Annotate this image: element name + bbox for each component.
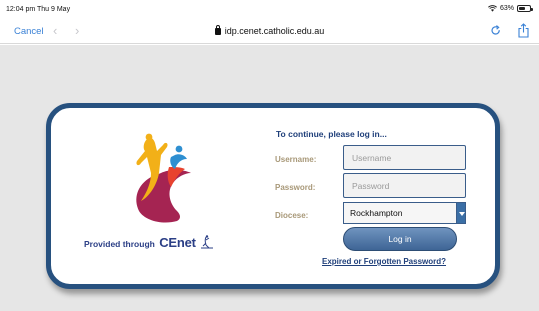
battery-percent: 63% bbox=[499, 5, 514, 12]
login-heading: To continue, please log in... bbox=[276, 129, 387, 139]
lock-icon bbox=[214, 25, 221, 35]
wifi-icon bbox=[488, 5, 497, 12]
chevron-down-icon[interactable] bbox=[456, 202, 466, 224]
username-label: Username: bbox=[275, 155, 317, 164]
catholic-education-logo bbox=[136, 133, 191, 223]
page-background: Provided through CEnet To continue, plea… bbox=[0, 45, 539, 311]
provided-through-cenet: Provided through CEnet bbox=[84, 235, 214, 250]
browser-nav-bar: Cancel ‹ › idp.cenet.catholic.edu.au bbox=[0, 20, 539, 44]
password-label: Password: bbox=[275, 183, 316, 192]
status-bar: 12:04 pm Thu 9 May 63% bbox=[0, 0, 539, 20]
share-icon[interactable] bbox=[517, 23, 530, 38]
login-button[interactable]: Log in bbox=[343, 227, 457, 251]
battery-icon bbox=[517, 5, 533, 12]
reload-icon[interactable] bbox=[490, 24, 502, 38]
cenet-figure-icon bbox=[201, 235, 214, 249]
status-indicators: 63% bbox=[488, 5, 533, 12]
address-bar[interactable]: idp.cenet.catholic.edu.au bbox=[0, 25, 539, 36]
battery-level-fill bbox=[519, 7, 526, 10]
provided-through-text: Provided through bbox=[84, 239, 155, 249]
url-text: idp.cenet.catholic.edu.au bbox=[224, 26, 325, 36]
password-field[interactable] bbox=[343, 173, 466, 198]
forgotten-password-link[interactable]: Expired or Forgotten Password? bbox=[322, 257, 446, 266]
diocese-label: Diocese: bbox=[275, 211, 309, 220]
login-card: Provided through CEnet To continue, plea… bbox=[46, 103, 500, 289]
cenet-wordmark: CEnet bbox=[159, 235, 196, 250]
diocese-select[interactable]: Rockhampton bbox=[343, 202, 456, 224]
username-field[interactable] bbox=[343, 145, 466, 170]
status-time-date: 12:04 pm Thu 9 May bbox=[6, 6, 71, 13]
